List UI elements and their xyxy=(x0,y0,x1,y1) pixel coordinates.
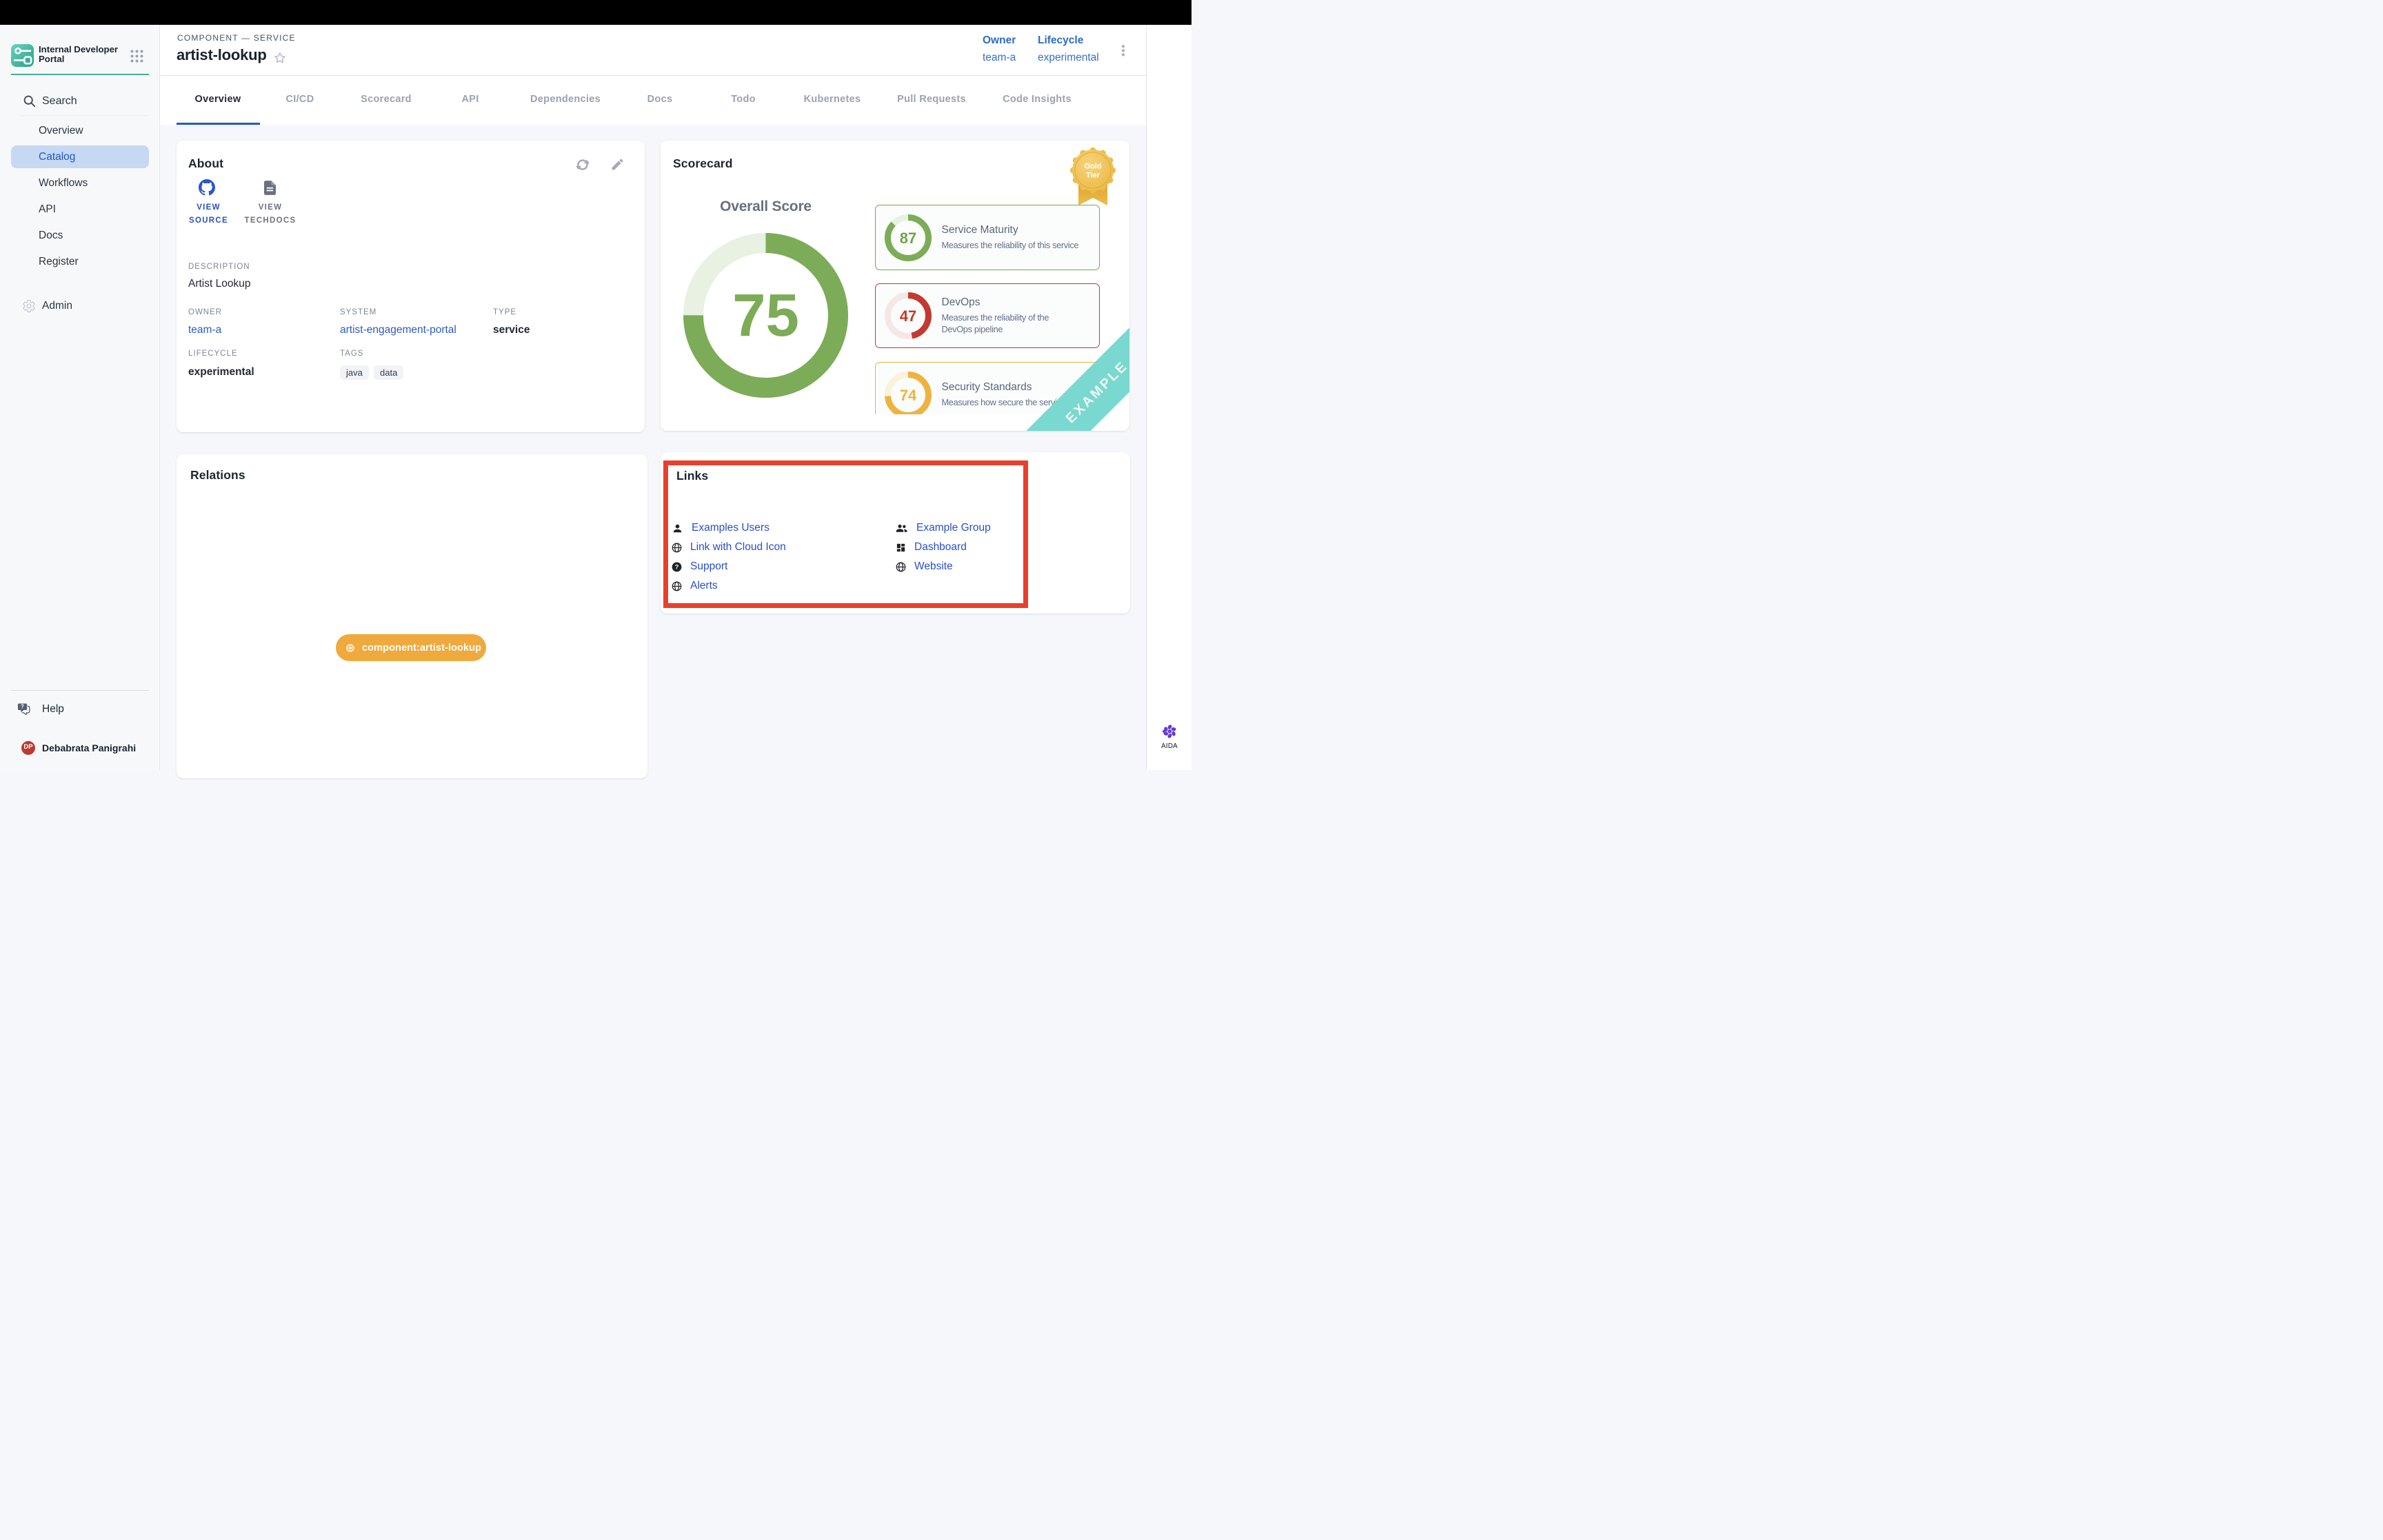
svg-text:74: 74 xyxy=(899,387,916,404)
svg-text:75: 75 xyxy=(732,282,799,349)
svg-text:Tier: Tier xyxy=(1086,172,1100,180)
svg-text:87: 87 xyxy=(899,230,916,247)
svg-text:?: ? xyxy=(675,563,679,570)
svg-text:?: ? xyxy=(21,703,24,709)
svg-text:47: 47 xyxy=(899,307,916,325)
svg-text:Gold: Gold xyxy=(1084,163,1101,171)
